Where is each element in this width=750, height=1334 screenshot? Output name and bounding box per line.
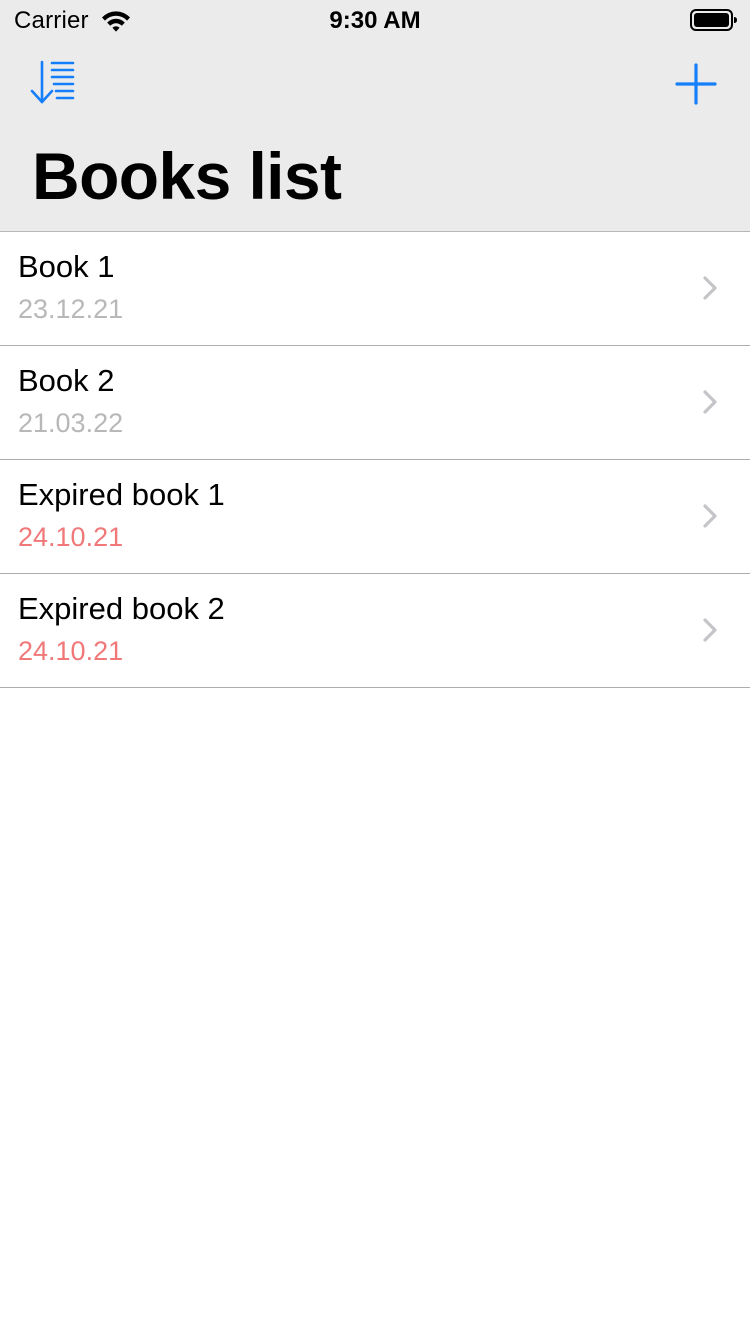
book-title: Expired book 2 [18,591,225,626]
navigation-toolbar [0,40,750,128]
sort-descending-icon [30,60,75,104]
chevron-right-icon [703,276,717,300]
chevron-right-icon [703,504,717,528]
status-time: 9:30 AM [329,7,421,34]
sort-button[interactable] [28,60,76,106]
book-date: 23.12.21 [18,294,124,324]
book-date: 24.10.21 [18,522,124,552]
books-list-screen: Carrier 9:30 AM Books list Book 1 23.12.… [0,0,750,1334]
book-row[interactable]: Expired book 1 24.10.21 [0,460,750,574]
chevron-right-icon [703,618,717,642]
status-bar: Carrier 9:30 AM [0,0,750,40]
plus-icon [675,63,717,105]
add-book-button[interactable] [674,62,718,106]
book-title: Book 1 [18,249,115,284]
battery-full-icon [690,9,737,31]
page-title: Books list [32,139,342,213]
book-list: Book 1 23.12.21 Book 2 21.03.22 Expired … [0,232,750,688]
book-row[interactable]: Book 2 21.03.22 [0,346,750,460]
book-row[interactable]: Book 1 23.12.21 [0,232,750,346]
book-title: Book 2 [18,363,115,398]
book-title: Expired book 1 [18,477,225,512]
navigation-bar: Carrier 9:30 AM Books list [0,0,750,232]
book-row[interactable]: Expired book 2 24.10.21 [0,574,750,688]
book-date: 21.03.22 [18,408,124,438]
chevron-right-icon [703,390,717,414]
book-date: 24.10.21 [18,636,124,666]
